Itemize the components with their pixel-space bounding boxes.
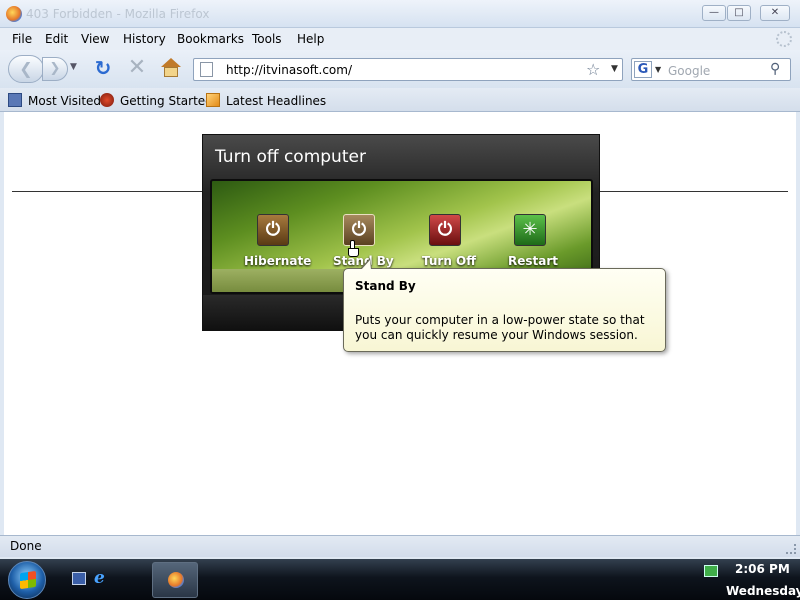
close-button[interactable]: ✕: [760, 5, 790, 21]
tooltip-title: Stand By: [355, 279, 416, 293]
search-box[interactable]: G ▼ Google ⚲: [631, 58, 791, 81]
forward-button[interactable]: ❯: [42, 57, 68, 81]
address-bar[interactable]: http://itvinasoft.com/ ☆ ▼: [193, 58, 623, 81]
home-icon: [161, 58, 181, 67]
menu-edit[interactable]: Edit: [45, 32, 68, 46]
cursor-palm: [348, 248, 359, 257]
clock-day[interactable]: Wednesday: [726, 584, 800, 598]
tooltip-body: Puts your computer in a low-power state …: [355, 313, 645, 342]
menu-file[interactable]: File: [12, 32, 32, 46]
window-titlebar[interactable]: 403 Forbidden - Mozilla Firefox — □ ✕: [0, 0, 800, 28]
reload-icon: ↻: [94, 56, 112, 80]
window-title: 403 Forbidden - Mozilla Firefox: [26, 7, 210, 21]
back-arrow-icon: ❮: [19, 59, 33, 78]
menu-bookmarks[interactable]: Bookmarks: [177, 32, 244, 46]
stop-button[interactable]: ✕: [126, 57, 148, 79]
windows-logo-icon: [20, 570, 36, 590]
maximize-button[interactable]: □: [727, 5, 751, 21]
power-icon: ⏻: [351, 219, 367, 240]
address-input[interactable]: http://itvinasoft.com/: [226, 63, 352, 77]
tooltip-tail-fill: [361, 260, 371, 270]
hand-cursor-icon: [347, 240, 359, 258]
history-dropdown-chevron-icon[interactable]: ▼: [70, 62, 77, 72]
activity-throbber-icon: [776, 31, 792, 47]
clock-time[interactable]: 2:06 PM: [735, 562, 790, 576]
hibernate-button[interactable]: ⏻: [257, 214, 289, 246]
status-bar: Done: [0, 535, 800, 557]
resize-grip-icon[interactable]: [786, 544, 796, 554]
restart-label[interactable]: Restart: [508, 254, 558, 268]
menu-tools[interactable]: Tools: [252, 32, 282, 46]
bookmark-star-icon[interactable]: ☆: [586, 60, 600, 79]
bookmark-getting-started[interactable]: Getting Started: [120, 94, 213, 108]
start-button[interactable]: [8, 561, 46, 599]
forward-arrow-icon: ❯: [49, 61, 61, 76]
bookmark-latest-headlines[interactable]: Latest Headlines: [226, 94, 326, 108]
search-input[interactable]: Google: [668, 64, 710, 78]
getting-started-icon: [100, 93, 114, 107]
home-icon-body: [164, 67, 178, 77]
reload-button[interactable]: ↻: [92, 57, 114, 79]
firefox-icon: [6, 6, 22, 22]
stop-icon: ✕: [127, 55, 147, 80]
network-tray-icon[interactable]: [704, 565, 718, 577]
turn-off-button[interactable]: ⏻: [429, 214, 461, 246]
turn-off-label[interactable]: Turn Off: [422, 254, 476, 268]
minimize-button[interactable]: —: [702, 5, 726, 21]
power-icon: ⏻: [437, 219, 453, 240]
internet-explorer-icon[interactable]: e: [94, 570, 110, 587]
google-engine-icon[interactable]: G: [634, 61, 652, 78]
search-icon[interactable]: ⚲: [770, 61, 780, 77]
menu-bar: File Edit View History Bookmarks Tools H…: [0, 28, 800, 50]
power-icon: ⏻: [265, 219, 281, 240]
firefox-icon: [168, 572, 184, 588]
hibernate-label[interactable]: Hibernate: [244, 254, 311, 268]
menu-history[interactable]: History: [123, 32, 166, 46]
menu-help[interactable]: Help: [297, 32, 324, 46]
dialog-title: Turn off computer: [215, 147, 366, 167]
taskbar: [0, 559, 800, 600]
home-button[interactable]: [160, 58, 182, 80]
restart-icon: ✳: [522, 219, 538, 240]
menu-view[interactable]: View: [81, 32, 109, 46]
status-text: Done: [10, 539, 42, 553]
stand-by-tooltip: Stand By Puts your computer in a low-pow…: [343, 258, 666, 352]
url-dropdown-chevron-icon[interactable]: ▼: [611, 64, 618, 74]
engine-dropdown-chevron-icon[interactable]: ▼: [655, 65, 661, 74]
taskbar-firefox-button[interactable]: [152, 562, 198, 598]
rss-feed-icon: [206, 93, 220, 107]
restart-button[interactable]: ✳: [514, 214, 546, 246]
bookmark-most-visited[interactable]: Most Visited: [28, 94, 101, 108]
back-button[interactable]: ❮: [8, 55, 44, 83]
most-visited-icon: [8, 93, 22, 107]
page-icon: [200, 62, 213, 77]
show-desktop-icon[interactable]: [72, 572, 86, 585]
